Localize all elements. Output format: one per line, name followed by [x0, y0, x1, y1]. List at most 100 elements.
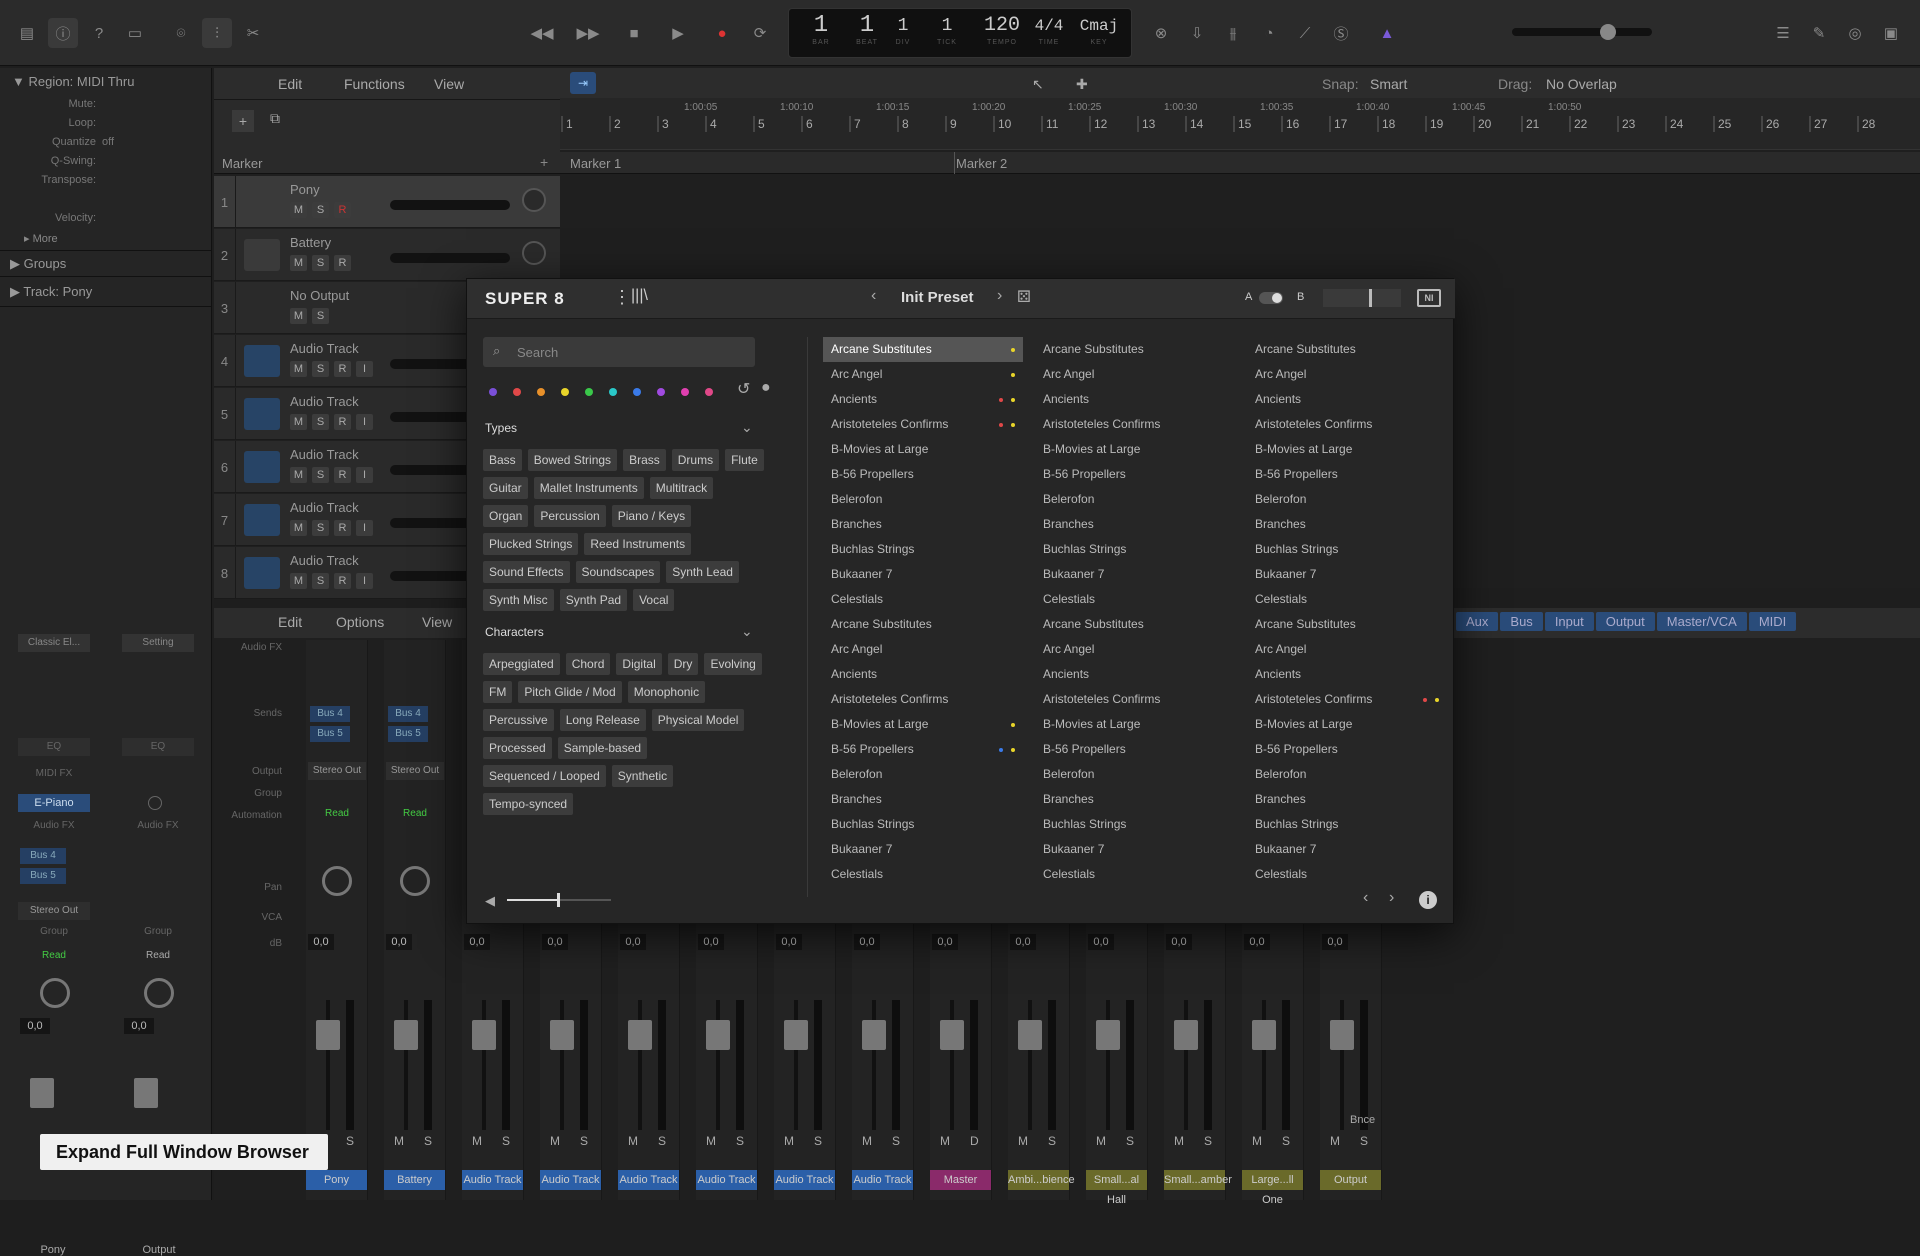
preset-item[interactable]: B-56 Propellers: [823, 462, 1023, 487]
preset-item[interactable]: B-56 Propellers: [1247, 462, 1447, 487]
solo-button[interactable]: S: [1126, 1134, 1134, 1148]
mute-button[interactable]: M: [472, 1134, 482, 1148]
mixer-view-menu[interactable]: View: [422, 614, 452, 630]
preset-item[interactable]: Branches: [1035, 787, 1235, 812]
preset-item[interactable]: Arc Angel: [1035, 637, 1235, 662]
channel-name[interactable]: Audio Track: [618, 1170, 679, 1190]
quantize-row[interactable]: Quantize off: [0, 136, 212, 154]
solo-button[interactable]: S: [312, 202, 329, 218]
volume-fader[interactable]: [860, 1000, 904, 1140]
volume-fader[interactable]: [704, 1000, 748, 1140]
pan-knob[interactable]: [322, 866, 352, 896]
tag-flute[interactable]: Flute: [725, 449, 764, 471]
tag-sound-effects[interactable]: Sound Effects: [483, 561, 570, 583]
output-slot[interactable]: Stereo Out: [18, 902, 90, 920]
tag-fm[interactable]: FM: [483, 681, 513, 703]
channel-name[interactable]: Battery: [384, 1170, 445, 1190]
play-icon[interactable]: ▶: [660, 18, 696, 48]
send-slot[interactable]: Bus 5: [310, 726, 350, 742]
search-field[interactable]: ⌕ Search: [483, 337, 755, 367]
tag-sequenced-looped[interactable]: Sequenced / Looped: [483, 765, 606, 787]
automation-a[interactable]: Read: [18, 950, 90, 966]
mixer-icon[interactable]: ⫶: [202, 18, 232, 48]
bounce-button[interactable]: Bnce: [1350, 1114, 1375, 1126]
volume-fader[interactable]: [548, 1000, 592, 1140]
solo-button[interactable]: S: [1282, 1134, 1290, 1148]
volume-slider[interactable]: [390, 200, 510, 210]
filter-midi[interactable]: MIDI: [1748, 612, 1797, 631]
preview-volume-slider[interactable]: [507, 893, 611, 907]
master-volume-slider[interactable]: [1512, 28, 1652, 36]
mute-button[interactable]: M: [394, 1134, 404, 1148]
view-menu[interactable]: View: [434, 76, 464, 92]
color-tag-dot[interactable]: [561, 388, 569, 396]
volume-fader-b[interactable]: [134, 1078, 158, 1108]
pencil-tool-icon[interactable]: ✚: [1076, 76, 1088, 93]
mute-button[interactable]: M: [290, 414, 307, 430]
setting-button-a[interactable]: Classic El...: [18, 634, 90, 652]
color-tag-dot[interactable]: [633, 388, 641, 396]
output-volume-slider[interactable]: [1323, 289, 1401, 307]
color-tag-dot[interactable]: [537, 388, 545, 396]
eq-button-b[interactable]: EQ: [122, 738, 194, 756]
record-icon[interactable]: ●: [704, 18, 740, 48]
preset-item[interactable]: Celestials: [1035, 862, 1235, 887]
solo-button[interactable]: S: [502, 1134, 510, 1148]
record-enable-button[interactable]: R: [334, 202, 351, 218]
solo-button[interactable]: S: [312, 467, 329, 483]
mixer-options-menu[interactable]: Options: [336, 614, 384, 630]
quick-help-icon[interactable]: ?: [84, 18, 114, 48]
types-chevron-icon[interactable]: ⌄: [741, 419, 753, 436]
tag-brass[interactable]: Brass: [623, 449, 666, 471]
tag-monophonic[interactable]: Monophonic: [627, 681, 706, 703]
tag-bowed-strings[interactable]: Bowed Strings: [527, 449, 618, 471]
eq-button-a[interactable]: EQ: [18, 738, 90, 756]
setting-button-b[interactable]: Setting: [122, 634, 194, 652]
editors-icon[interactable]: ✂: [238, 18, 268, 48]
smart-controls-icon[interactable]: ⌾: [166, 18, 196, 48]
audio-fx-slot-b[interactable]: Audio FX: [122, 820, 194, 836]
tag-tempo-synced[interactable]: Tempo-synced: [483, 793, 574, 815]
preset-item[interactable]: Arcane Substitutes: [1035, 337, 1235, 362]
mute-button[interactable]: M: [706, 1134, 716, 1148]
characters-header[interactable]: Characters: [485, 625, 544, 639]
preset-item[interactable]: Bukaaner 7: [823, 562, 1023, 587]
channel-name[interactable]: Small...al Hall: [1086, 1170, 1147, 1206]
edit-menu[interactable]: Edit: [278, 76, 302, 92]
tag-synth-misc[interactable]: Synth Misc: [483, 589, 554, 611]
channel-name[interactable]: Pony: [306, 1170, 367, 1190]
record-enable-button[interactable]: R: [334, 361, 351, 377]
marker-1[interactable]: Marker 1: [570, 156, 621, 171]
fader-cap[interactable]: [550, 1020, 574, 1050]
preset-item[interactable]: Celestials: [823, 862, 1023, 887]
tag-reed-instruments[interactable]: Reed Instruments: [584, 533, 692, 555]
track-name[interactable]: Audio Track: [290, 341, 359, 356]
group-slot-a[interactable]: Group: [18, 926, 90, 942]
tag-evolving[interactable]: Evolving: [704, 653, 762, 675]
preset-item[interactable]: B-Movies at Large: [1247, 437, 1447, 462]
solo-button[interactable]: S: [312, 520, 329, 536]
randomize-dice-icon[interactable]: ⚄: [1017, 287, 1031, 307]
note-pad-icon[interactable]: ✎: [1804, 18, 1834, 48]
filter-aux[interactable]: Aux: [1456, 612, 1499, 631]
preset-item[interactable]: Buchlas Strings: [1247, 537, 1447, 562]
preset-item[interactable]: Arcane Substitutes: [1247, 337, 1447, 362]
input-monitor-button[interactable]: I: [356, 361, 373, 377]
preset-item[interactable]: Arcane Substitutes: [823, 612, 1023, 637]
stop-icon[interactable]: ■: [616, 18, 652, 48]
solo-button[interactable]: S: [312, 361, 329, 377]
region-header[interactable]: ▼ Region: MIDI Thru: [12, 74, 134, 89]
tag-plucked-strings[interactable]: Plucked Strings: [483, 533, 579, 555]
mute-button[interactable]: M: [290, 308, 307, 324]
preset-item[interactable]: Branches: [1247, 787, 1447, 812]
mute-button[interactable]: M: [1018, 1134, 1028, 1148]
fader-cap[interactable]: [862, 1020, 886, 1050]
more-disclosure[interactable]: ▸ More: [24, 232, 58, 245]
record-enable-button[interactable]: R: [334, 520, 351, 536]
preset-name[interactable]: Init Preset: [901, 289, 974, 306]
fader-cap[interactable]: [940, 1020, 964, 1050]
preset-item[interactable]: Bukaaner 7: [1035, 837, 1235, 862]
solo-button[interactable]: S: [312, 308, 329, 324]
pan-knob-a[interactable]: [40, 978, 70, 1008]
output-slot[interactable]: Stereo Out: [386, 762, 444, 780]
